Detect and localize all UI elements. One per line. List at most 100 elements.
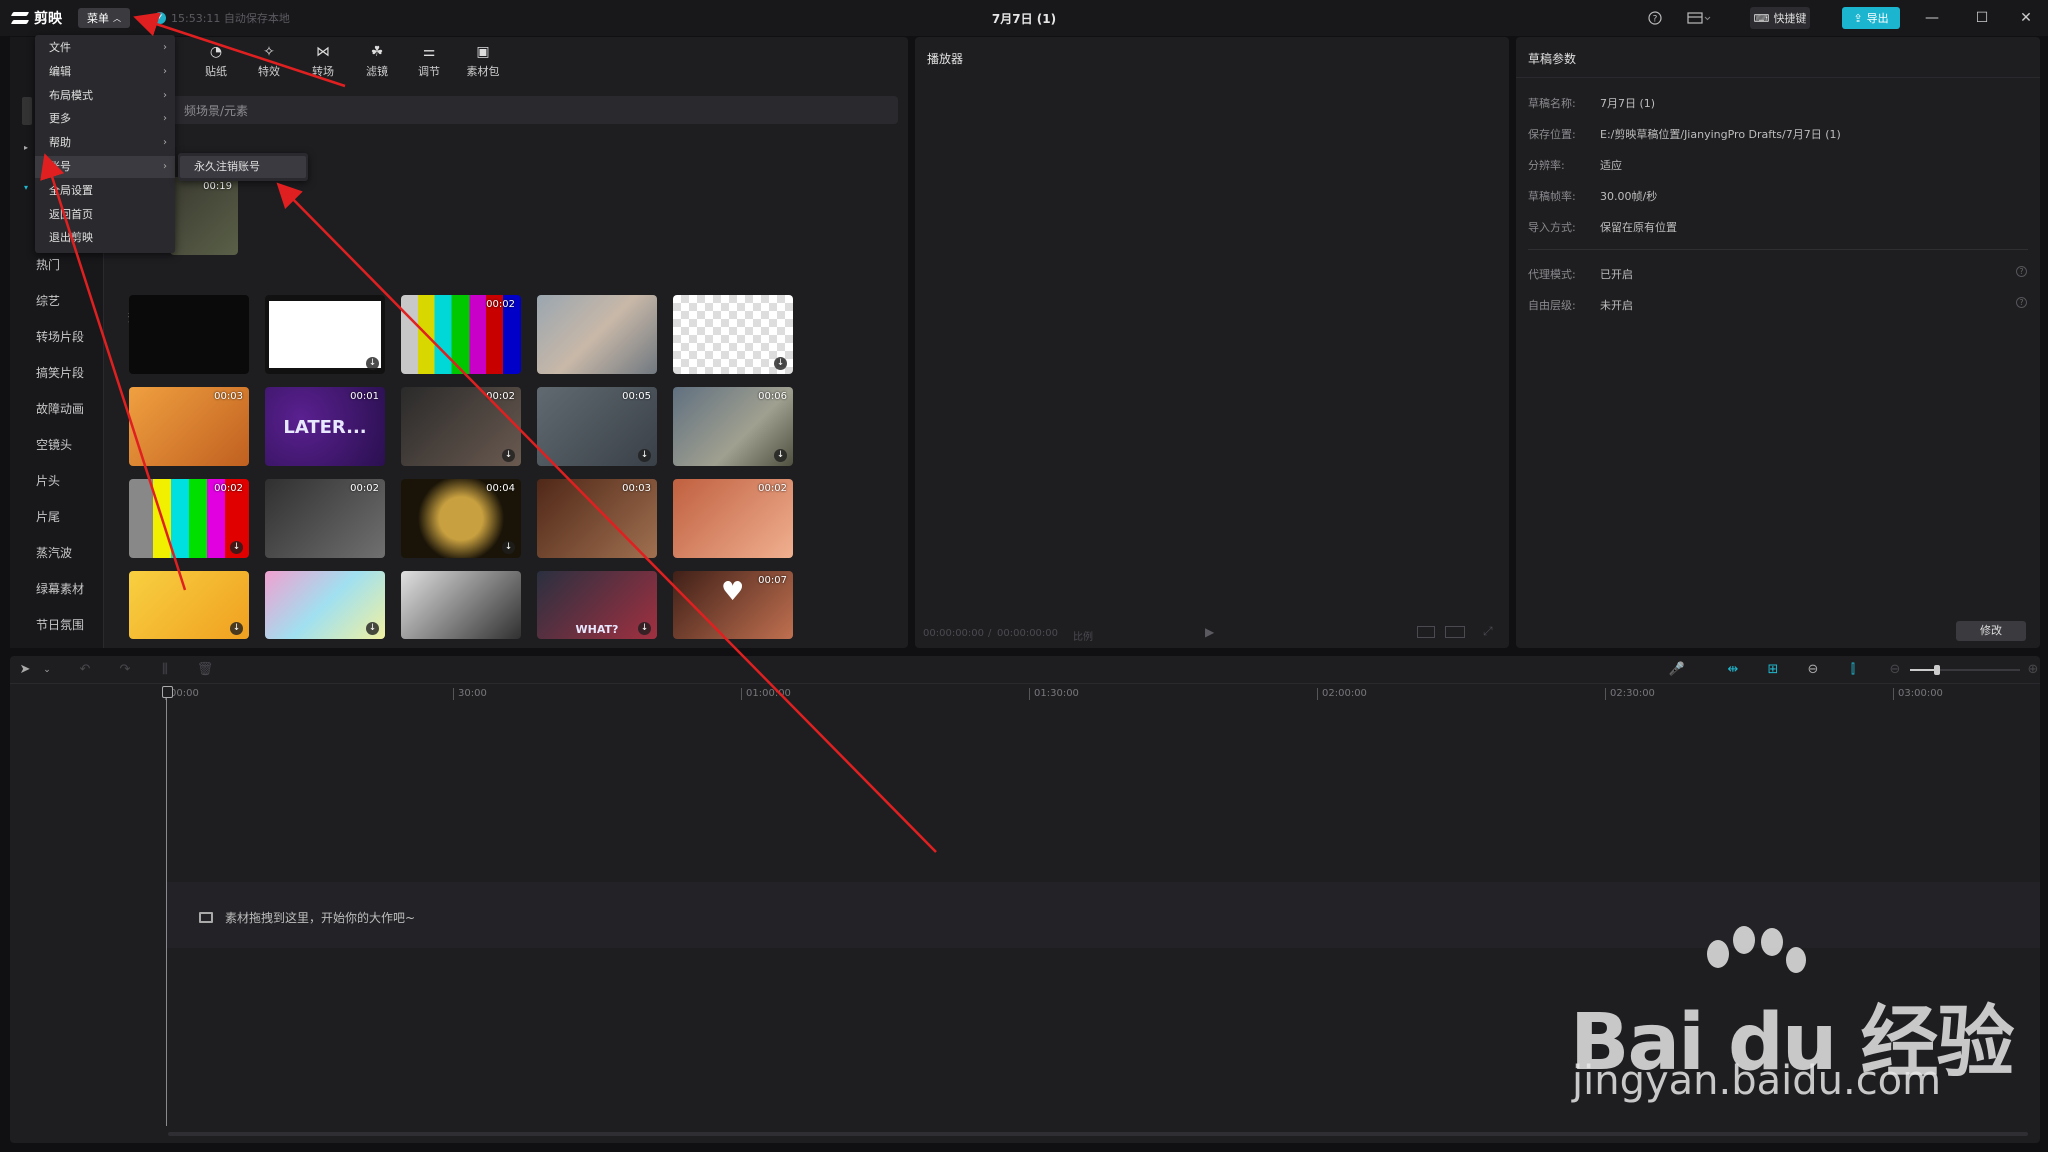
layout-icon[interactable] — [1686, 9, 1712, 27]
menu-item[interactable]: 文件 › — [35, 37, 175, 59]
sidebar-item[interactable]: 片尾 — [36, 508, 60, 525]
delete-icon[interactable]: 🗑 — [196, 661, 214, 679]
zoom-slider[interactable] — [1910, 665, 2020, 675]
media-thumbnail[interactable]: ↓ — [265, 571, 385, 639]
download-icon[interactable]: ↓ — [638, 449, 651, 462]
media-thumbnail[interactable]: 00:02 ↓ — [129, 479, 249, 558]
media-thumbnail[interactable]: 00:02 ↓ — [401, 387, 521, 466]
split-icon[interactable]: ⫼ — [156, 661, 174, 679]
media-thumbnail[interactable]: 00:03 — [537, 479, 657, 558]
sidebar-item[interactable]: 绿幕素材 — [36, 580, 84, 597]
media-thumbnail[interactable]: ♥ 00:07 — [673, 571, 793, 639]
auto-snap-icon[interactable]: ⊞ — [1764, 661, 1782, 679]
menu-button[interactable]: 菜单 ︿ — [78, 8, 130, 28]
sidebar-item[interactable]: 节日氛围 — [36, 616, 84, 633]
media-thumbnail[interactable]: ↓ — [265, 295, 385, 374]
timeline-ruler[interactable]: 00:00 30:00 01:00:00 01:30:00 02:00:00 02:30:… — [165, 688, 2035, 706]
fullscreen-icon[interactable]: ⤢ — [1483, 624, 1493, 639]
download-icon[interactable]: ↓ — [230, 622, 243, 635]
download-icon[interactable]: ↓ — [366, 357, 379, 370]
menu-item[interactable]: 帮助 › — [35, 132, 175, 154]
download-icon[interactable]: ↓ — [502, 449, 515, 462]
thumb-duration: 00:06 — [758, 391, 787, 402]
media-thumbnail[interactable]: WHAT? ↓ — [537, 571, 657, 639]
sidebar-item[interactable]: 故障动画 — [36, 400, 84, 417]
preview-axis-icon[interactable]: ⫿ — [1844, 661, 1862, 679]
media-thumbnail[interactable]: 00:02 — [401, 295, 521, 374]
menu-item[interactable]: 返回首页 — [35, 204, 175, 226]
undo-icon[interactable]: ↶ — [76, 661, 94, 679]
download-icon[interactable]: ↓ — [366, 622, 379, 635]
toolbar-tab[interactable]: ◔ 贴纸 — [194, 39, 238, 79]
sidebar-item[interactable]: 搞笑片段 — [36, 364, 84, 381]
select-cursor-icon[interactable]: ➤ — [16, 661, 34, 679]
menu-item-label: 文件 — [49, 41, 71, 54]
download-icon[interactable]: ↓ — [638, 622, 651, 635]
main-track-magnet-icon[interactable]: ⇹ — [1724, 661, 1742, 679]
waveform-icon[interactable] — [1417, 626, 1435, 638]
toolbar-tab[interactable]: ⋈ 转场 — [301, 39, 345, 79]
media-thumbnail[interactable]: ↓ — [129, 571, 249, 639]
help-icon[interactable]: ? — [2016, 266, 2027, 277]
menu-item[interactable]: 退出剪映 — [35, 227, 175, 249]
media-thumbnail[interactable]: LATER... 00:01 — [265, 387, 385, 466]
sidebar-item[interactable]: 综艺 — [36, 292, 60, 309]
redo-icon[interactable]: ↷ — [116, 661, 134, 679]
timeline-scrollbar[interactable] — [168, 1132, 2028, 1136]
sidebar-item[interactable]: 蒸汽波 — [36, 544, 72, 561]
sidebar-item[interactable]: 转场片段 — [36, 328, 84, 345]
zoom-out-icon[interactable]: ⊖ — [1886, 661, 1904, 679]
download-icon[interactable]: ↓ — [774, 357, 787, 370]
media-thumbnail[interactable]: 00:06 ↓ — [673, 387, 793, 466]
menu-item[interactable]: 全局设置 — [35, 180, 175, 202]
chevron-down-icon[interactable]: ⌄ — [38, 661, 56, 679]
app-name: 剪映 — [34, 11, 62, 27]
menu-item[interactable]: 账号 › — [35, 156, 175, 178]
media-thumbnail[interactable]: 00:02 — [673, 479, 793, 558]
media-thumbnail[interactable] — [537, 295, 657, 374]
sidebar-item[interactable]: 热门 — [36, 256, 60, 273]
play-icon[interactable]: ▶ — [1205, 625, 1214, 639]
caret-down-icon[interactable]: ▾ — [24, 183, 28, 192]
menu-item-label: 布局模式 — [49, 88, 93, 102]
media-thumbnail[interactable]: 00:02 — [265, 479, 385, 558]
media-thumbnail[interactable] — [401, 571, 521, 639]
menu-item[interactable]: 编辑 › — [35, 61, 175, 83]
menu-item-delete-account[interactable]: 永久注销账号 — [180, 156, 306, 178]
media-thumbnail[interactable]: 00:05 ↓ — [537, 387, 657, 466]
menu-item[interactable]: 布局模式 › — [35, 85, 175, 107]
download-icon[interactable]: ↓ — [774, 449, 787, 462]
original-ratio-icon[interactable] — [1445, 626, 1465, 638]
download-icon[interactable]: ↓ — [502, 541, 515, 554]
help-icon[interactable]: ? — [2016, 297, 2027, 308]
toolbar-tab[interactable]: ✧ 特效 — [247, 39, 291, 79]
sidebar-item[interactable]: 片头 — [36, 472, 60, 489]
maximize-icon[interactable]: ☐ — [1972, 8, 1992, 28]
recent-thumb[interactable]: 00:19 — [170, 177, 238, 255]
zoom-slider-handle[interactable] — [1934, 665, 1940, 675]
nav-collapsed-item[interactable] — [22, 97, 32, 125]
link-icon[interactable]: ⊖ — [1804, 661, 1822, 679]
export-button[interactable]: ⇪ 导出 — [1842, 7, 1900, 29]
shortcut-button[interactable]: ⌨ 快捷键 — [1750, 7, 1810, 29]
toolbar-tab-label: 调节 — [418, 65, 440, 78]
microphone-icon[interactable]: 🎤 — [1668, 661, 1686, 679]
modify-button[interactable]: 修改 — [1956, 621, 2026, 641]
download-icon[interactable]: ↓ — [230, 541, 243, 554]
caret-right-icon[interactable]: ▸ — [24, 143, 28, 152]
toolbar-tab[interactable]: ⚌ 调节 — [407, 39, 451, 79]
help-icon[interactable]: ? — [1646, 9, 1664, 27]
search-input[interactable]: 频场景/元素 — [170, 96, 898, 124]
sidebar-item[interactable]: 空镜头 — [36, 436, 72, 453]
media-thumbnail[interactable] — [129, 295, 249, 374]
close-icon[interactable]: ✕ — [2016, 8, 2036, 28]
toolbar-tab[interactable]: ☘ 滤镜 — [355, 39, 399, 79]
player-ratio[interactable]: 比例 — [1073, 628, 1093, 643]
media-thumbnail[interactable]: 00:03 — [129, 387, 249, 466]
media-thumbnail[interactable]: 00:04 ↓ — [401, 479, 521, 558]
media-thumbnail[interactable]: ↓ — [673, 295, 793, 374]
zoom-in-icon[interactable]: ⊕ — [2024, 661, 2042, 679]
menu-item[interactable]: 更多 › — [35, 108, 175, 130]
minimize-icon[interactable]: — — [1922, 8, 1942, 28]
toolbar-tab[interactable]: ▣ 素材包 — [461, 39, 505, 79]
